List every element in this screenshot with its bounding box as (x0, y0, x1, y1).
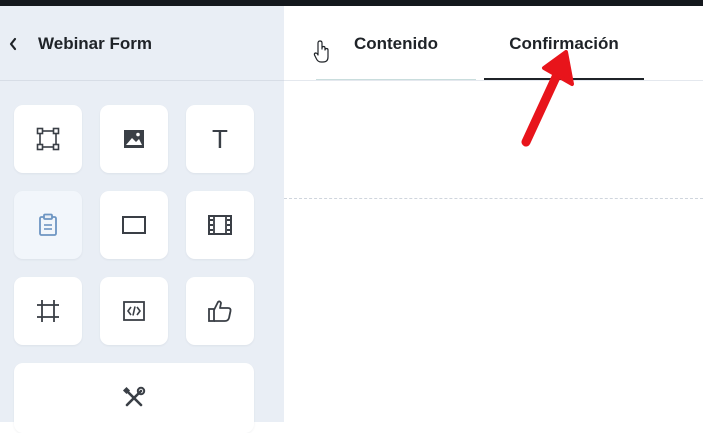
image-icon (124, 130, 144, 148)
sidebar-header: Webinar Form (0, 6, 284, 81)
frame-select-icon (36, 127, 60, 151)
text-icon: T (212, 123, 228, 154)
tool-like[interactable] (186, 277, 254, 345)
tool-clipboard[interactable] (14, 191, 82, 259)
sidebar: Webinar Form T (0, 6, 284, 433)
tool-image[interactable] (100, 105, 168, 173)
clipboard-icon (39, 213, 57, 236)
code-icon (123, 301, 145, 321)
sidebar-title: Webinar Form (38, 34, 152, 53)
tool-rectangle[interactable] (100, 191, 168, 259)
tab-contenido-label: Contenido (353, 34, 439, 53)
tool-crop-frame[interactable] (14, 277, 82, 345)
tab-bar: Contenido Confirmación (284, 6, 703, 81)
tool-video[interactable] (186, 191, 254, 259)
thumbs-up-icon (208, 300, 232, 322)
tab-contenido[interactable]: Contenido (316, 6, 476, 80)
tool-code[interactable] (100, 277, 168, 345)
tool-settings[interactable] (14, 363, 254, 433)
main-panel: Contenido Confirmación (284, 6, 703, 422)
back-button[interactable] (4, 30, 22, 58)
section-divider (284, 198, 703, 199)
tool-text[interactable]: T (186, 105, 254, 173)
crop-frame-icon (37, 300, 59, 322)
chevron-left-icon (9, 37, 17, 51)
tool-frame-select[interactable] (14, 105, 82, 173)
rectangle-icon (122, 216, 146, 234)
hand-pointer-icon (313, 40, 329, 63)
film-icon (208, 215, 232, 235)
tools-icon (122, 386, 146, 407)
annotation-arrow (521, 50, 574, 147)
